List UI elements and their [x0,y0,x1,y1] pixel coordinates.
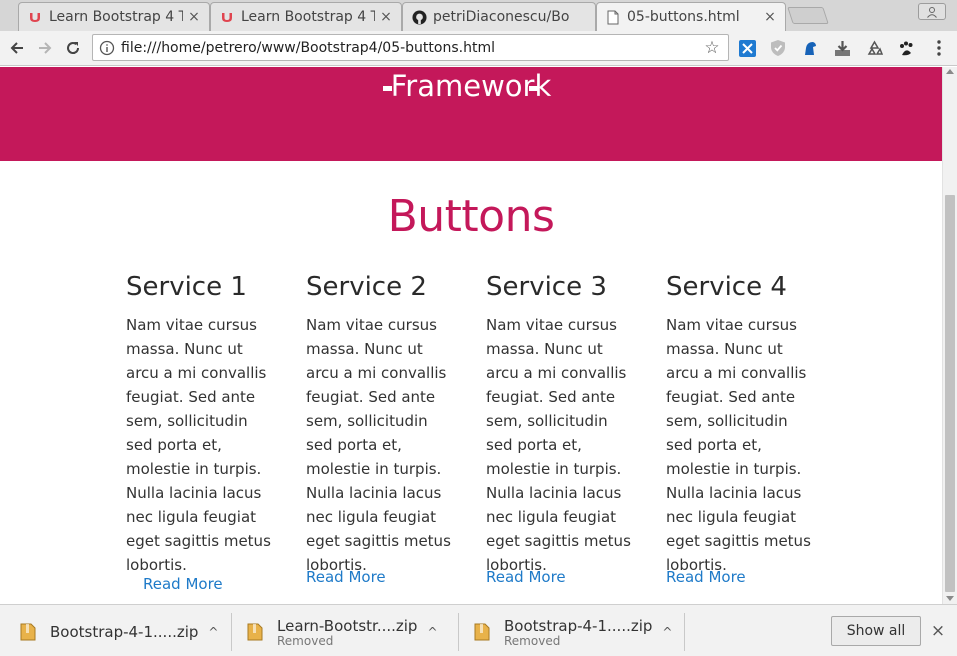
tab-github[interactable]: petriDiaconescu/Bo [402,2,596,31]
scrollbar-thumb[interactable] [945,195,955,592]
download-item-1[interactable]: Bootstrap-4-1.....zip ^ [20,614,222,650]
section-title: Buttons [387,191,555,242]
chevron-up-icon[interactable]: ^ [662,625,676,639]
service-text: Nam vitae cursus massa. Nunc ut arcu a m… [126,316,271,574]
service-card-3: Service 3 Nam vitae cursus massa. Nunc u… [486,271,636,577]
tab-title: petriDiaconescu/Bo [433,9,570,25]
back-button[interactable] [5,37,29,59]
address-bar[interactable]: file:///home/petrero/www/Bootstrap4/05-b… [92,34,729,61]
reload-icon [67,42,80,54]
page-viewport: Framework Buttons Service 1 Nam vitae cu… [0,67,942,604]
bookmark-star-icon[interactable]: ☆ [702,38,722,58]
tab-close-icon[interactable]: × [187,9,201,25]
download-filename: Bootstrap-4-1.....zip [504,616,653,635]
service-title: Service 4 [666,272,787,302]
recycle-icon[interactable] [864,38,884,58]
service-text: Nam vitae cursus massa. Nunc ut arcu a m… [666,316,811,574]
download-divider [684,613,685,651]
person-icon [927,6,937,18]
extension-paw-icon[interactable] [896,38,916,58]
extension-x-icon[interactable] [737,38,757,58]
forward-arrow-icon [39,42,52,54]
back-arrow-icon [10,42,23,54]
profile-button[interactable] [918,3,946,20]
read-more-link-2[interactable]: Read More [306,568,386,586]
download-filename: Learn-Bootstr....zip [277,616,418,635]
chevron-up-icon[interactable]: ^ [427,625,441,639]
download-item-3[interactable]: Bootstrap-4-1.....zip Removed ^ [474,614,676,650]
browser-toolbar: file:///home/petrero/www/Bootstrap4/05-b… [0,31,957,66]
service-title: Service 2 [306,272,427,302]
new-tab-button[interactable] [787,7,829,24]
tab-title: Learn Bootstrap 4 T [241,9,375,25]
download-filename: Bootstrap-4-1.....zip [50,623,199,641]
tab-strip: Learn Bootstrap 4 T × Learn Bootstrap 4 … [0,0,957,31]
extension-horse-icon[interactable] [800,38,820,58]
vertical-scrollbar[interactable] [942,67,957,604]
service-title: Service 1 [126,272,247,302]
download-item-2[interactable]: Learn-Bootstr....zip Removed ^ [247,614,441,650]
udemy-icon [27,9,43,25]
download-divider [231,613,232,651]
url-text[interactable]: file:///home/petrero/www/Bootstrap4/05-b… [121,40,702,56]
tab-05-buttons[interactable]: 05-buttons.html × [596,2,786,31]
page-icon [605,9,621,25]
service-card-1: Service 1 Nam vitae cursus massa. Nunc u… [126,271,276,577]
chevron-up-icon[interactable]: ^ [208,625,222,639]
close-download-bar-icon[interactable]: × [929,621,947,641]
tab-title: Learn Bootstrap 4 T [49,9,183,25]
read-more-link-3[interactable]: Read More [486,568,566,586]
udemy-icon [219,9,235,25]
reload-button[interactable] [61,37,85,59]
service-text: Nam vitae cursus massa. Nunc ut arcu a m… [306,316,451,574]
tab-close-icon[interactable]: × [379,9,393,25]
zip-file-icon [20,623,36,641]
github-icon [411,9,427,25]
scroll-down-arrow-icon[interactable] [946,596,954,601]
service-card-4: Service 4 Nam vitae cursus massa. Nunc u… [666,271,816,577]
tab-title: 05-buttons.html [627,9,740,25]
download-divider [458,613,459,651]
tab-learn-bootstrap-1[interactable]: Learn Bootstrap 4 T × [18,2,210,31]
shield-icon[interactable] [768,38,788,58]
scroll-up-arrow-icon[interactable] [946,69,954,74]
info-icon [99,40,115,55]
download-extension-icon[interactable] [832,38,852,58]
menu-kebab-icon[interactable] [929,38,949,58]
download-status: Removed [277,633,334,648]
hero-banner: Framework [0,67,942,161]
tab-close-icon[interactable]: × [763,9,777,25]
tab-learn-bootstrap-2[interactable]: Learn Bootstrap 4 T × [210,2,402,31]
read-more-link-4[interactable]: Read More [666,568,746,586]
show-all-button[interactable]: Show all [831,616,921,646]
service-card-2: Service 2 Nam vitae cursus massa. Nunc u… [306,271,456,577]
download-status: Removed [504,633,561,648]
zip-file-icon [474,623,490,641]
read-more-link-1[interactable]: Read More [143,575,223,593]
service-text: Nam vitae cursus massa. Nunc ut arcu a m… [486,316,631,574]
hero-subtitle: Framework [390,69,552,103]
zip-file-icon [247,623,263,641]
service-title: Service 3 [486,272,607,302]
download-bar: Bootstrap-4-1.....zip ^ Learn-Bootstr...… [0,604,957,656]
forward-button[interactable] [33,37,57,59]
